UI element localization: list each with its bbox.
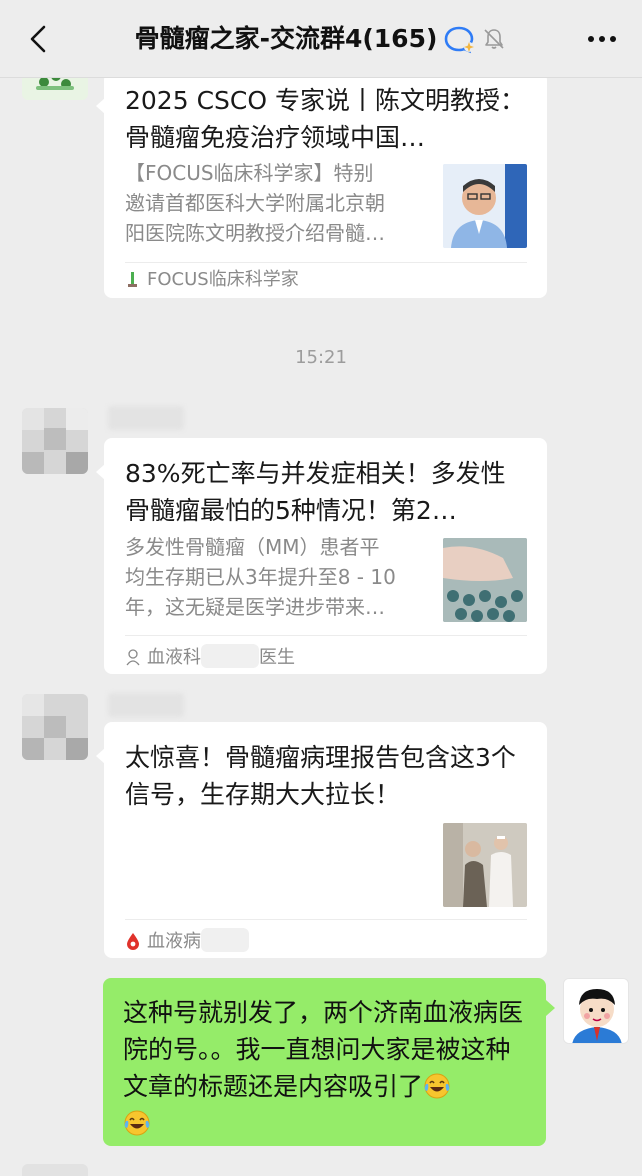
desc-line: 【FOCUS临床科学家】特别 (125, 161, 374, 185)
source-name-suffix: 医生 (259, 647, 295, 668)
desc-line: 多发性骨髓瘤（MM）患者平 (125, 535, 380, 559)
article-thumbnail (443, 164, 527, 248)
my-message-text: 这种号就别发了，两个济南血液病医院的号。。我一直想问大家是被这种文章的标题还是内… (123, 998, 524, 1101)
laughing-tears-emoji-icon (423, 1072, 451, 1100)
my-message-bubble[interactable]: 这种号就别发了，两个济南血液病医院的号。。我一直想问大家是被这种文章的标题还是内… (103, 978, 555, 1146)
desc-line: 年，这无疑是医学进步带来… (125, 595, 385, 619)
article-source: FOCUS临床科学家 (125, 268, 299, 292)
chat-header: 骨髓瘤之家-交流群4(165) (0, 0, 642, 78)
desc-line: 阳医院陈文明教授介绍骨髓… (125, 221, 385, 245)
sender-name-blurred (108, 406, 184, 430)
chat-title-area[interactable]: 骨髓瘤之家-交流群4(165) (0, 22, 642, 56)
source-name: FOCUS临床科学家 (147, 269, 299, 290)
article-card-3[interactable]: 太惊喜！骨髓瘤病理报告包含这3个信号，生存期大大拉长！ 血液病 (96, 722, 547, 958)
source-name: 血液病 (147, 931, 201, 952)
article-description: 多发性骨髓瘤（MM）患者平 均生存期已从3年提升至8 - 10 年，这无疑是医学… (125, 532, 396, 622)
laughing-tears-emoji-icon (123, 1109, 151, 1137)
article-card-2[interactable]: 83%死亡率与并发症相关！多发性骨髓瘤最怕的5种情况！第2… 多发性骨髓瘤（MM… (96, 438, 547, 674)
source-name: 血液科 (147, 647, 201, 668)
mute-bell-icon (481, 26, 507, 52)
card-divider (125, 262, 527, 263)
chat-title[interactable]: 骨髓瘤之家-交流群4(165) (135, 24, 438, 53)
article-thumbnail (443, 823, 527, 907)
source-blood-drop-icon (125, 932, 141, 950)
source-logo-icon (125, 270, 141, 288)
message-timestamp: 15:21 (295, 347, 347, 368)
next-sender-avatar-partial (22, 1164, 88, 1176)
next-sender-name-partial (100, 1164, 200, 1176)
card-divider (125, 919, 527, 920)
article-source: 血液病 (125, 928, 249, 954)
article-title: 2025 CSCO 专家说丨陈文明教授：骨髓瘤免疫治疗领域中国… (125, 86, 525, 152)
more-options-icon[interactable] (582, 22, 622, 56)
ai-assistant-icon[interactable] (443, 22, 477, 56)
sender-avatar-blurred[interactable] (22, 408, 88, 474)
sender-avatar-blurred[interactable] (22, 694, 88, 760)
desc-line: 均生存期已从3年提升至8 - 10 (125, 565, 396, 589)
article-thumbnail (443, 538, 527, 622)
source-name-redacted (201, 644, 259, 668)
article-title: 太惊喜！骨髓瘤病理报告包含这3个信号，生存期大大拉长！ (125, 743, 516, 809)
source-doctor-icon (125, 648, 141, 666)
article-description: 【FOCUS临床科学家】特别 邀请首都医科大学附属北京朝 阳医院陈文明教授介绍骨… (125, 158, 385, 248)
article-card-1[interactable]: 2025 CSCO 专家说丨陈文明教授：骨髓瘤免疫治疗领域中国… 【FOCUS临… (96, 72, 547, 298)
desc-line: 邀请首都医科大学附属北京朝 (125, 191, 385, 215)
source-name-redacted (201, 928, 249, 952)
sender-name-blurred (108, 693, 184, 717)
card-divider (125, 635, 527, 636)
article-source: 血液科 医生 (125, 644, 295, 670)
article-title: 83%死亡率与并发症相关！多发性骨髓瘤最怕的5种情况！第2… (125, 459, 506, 525)
my-avatar[interactable] (563, 978, 629, 1044)
